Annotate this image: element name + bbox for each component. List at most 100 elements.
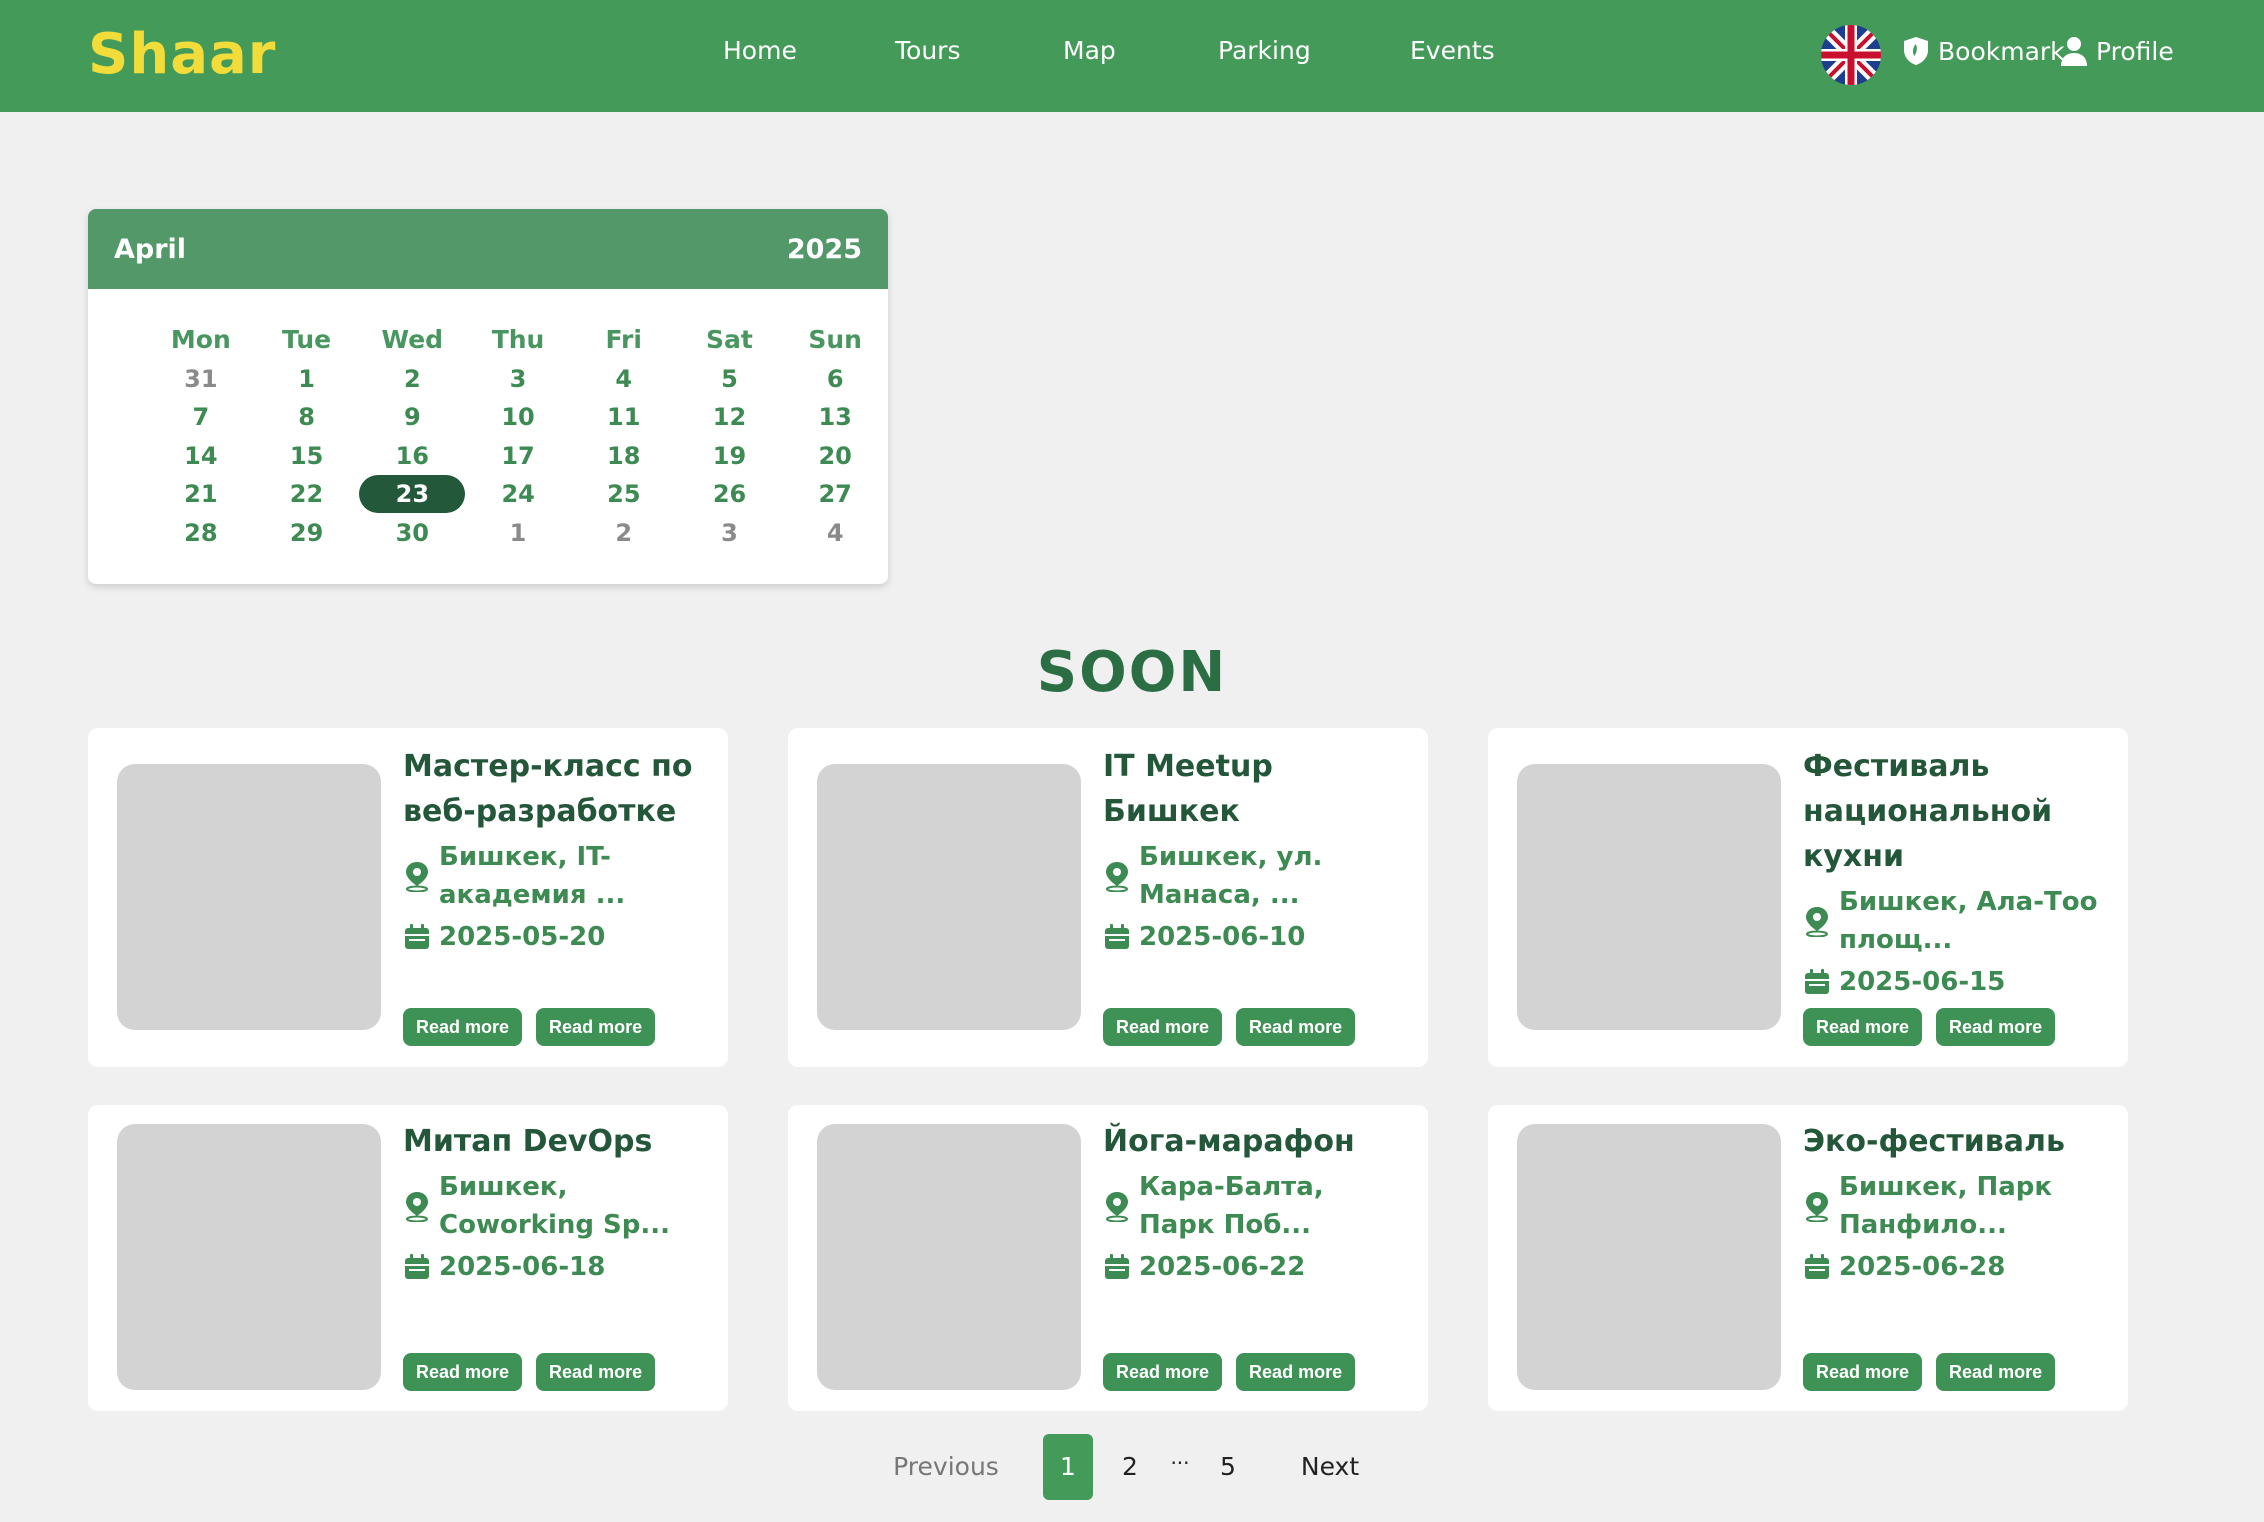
calendar-day[interactable]: 20 xyxy=(782,437,888,476)
calendar-day[interactable]: 25 xyxy=(571,475,677,514)
event-location: Бишкек, IT-академия ... xyxy=(403,838,708,914)
calendar-day[interactable]: 4 xyxy=(782,514,888,553)
next-page-button[interactable]: Next xyxy=(1290,1434,1370,1500)
event-card[interactable]: Эко-фестиваль Бишкек, Парк Панфило... 20… xyxy=(1488,1105,2128,1411)
calendar-day[interactable]: 2 xyxy=(359,360,465,399)
event-card[interactable]: Мастер-класс по веб-разработке Бишкек, I… xyxy=(88,728,728,1067)
page-button[interactable]: 2 xyxy=(1110,1434,1150,1500)
event-card[interactable]: IT Meetup Бишкек Бишкек, ул. Манаса, ...… xyxy=(788,728,1428,1067)
calendar-day[interactable]: 2 xyxy=(571,514,677,553)
calendar-day[interactable]: 1 xyxy=(254,360,360,399)
event-title[interactable]: IT Meetup Бишкек xyxy=(1103,744,1408,834)
calendar-day[interactable]: 31 xyxy=(148,360,254,399)
calendar-day[interactable]: 16 xyxy=(359,437,465,476)
section-title: SOON xyxy=(1036,640,1228,705)
calendar-day[interactable]: 18 xyxy=(571,437,677,476)
calendar-day[interactable]: 30 xyxy=(359,514,465,553)
calendar-day-selected[interactable]: 23 xyxy=(359,475,466,514)
nav-events[interactable]: Events xyxy=(1410,36,1495,65)
weekday-label: Sat xyxy=(706,325,753,354)
event-card[interactable]: Йога-марафон Кара-Балта, Парк Поб... 202… xyxy=(788,1105,1428,1411)
calendar-day[interactable]: 22 xyxy=(254,475,360,514)
calendar-day[interactable]: 12 xyxy=(677,398,783,437)
event-location-text: Бишкек, ул. Манаса, ... xyxy=(1139,842,1323,910)
calendar-day[interactable]: 15 xyxy=(254,437,360,476)
event-title[interactable]: Йога-марафон xyxy=(1103,1119,1408,1164)
previous-page-button[interactable]: Previous xyxy=(886,1434,1006,1500)
nav-map[interactable]: Map xyxy=(1063,36,1116,65)
read-more-button[interactable]: Read more xyxy=(1103,1008,1223,1046)
calendar-day[interactable]: 8 xyxy=(254,398,360,437)
calendar-day[interactable]: 3 xyxy=(677,514,783,553)
calendar-week: 31 1 2 3 4 5 6 xyxy=(88,360,888,399)
nav-tours[interactable]: Tours xyxy=(895,36,960,65)
event-title[interactable]: Фестиваль национальной кухни xyxy=(1803,744,2108,879)
weekday-row: Mon Tue Wed Thu Fri Sat Sun xyxy=(88,321,888,360)
calendar-day[interactable]: 10 xyxy=(465,398,571,437)
calendar-day[interactable]: 7 xyxy=(148,398,254,437)
calendar-day[interactable]: 29 xyxy=(254,514,360,553)
profile-link[interactable]: Profile xyxy=(2060,36,2174,66)
calendar-day[interactable]: 5 xyxy=(677,360,783,399)
calendar-week: 14 15 16 17 18 19 20 xyxy=(88,437,888,476)
calendar-day[interactable]: 13 xyxy=(782,398,888,437)
read-more-button[interactable]: Read more xyxy=(1803,1008,1923,1046)
calendar-day[interactable]: 19 xyxy=(677,437,783,476)
read-more-button[interactable]: Read more xyxy=(1103,1353,1223,1391)
calendar-day[interactable]: 24 xyxy=(465,475,571,514)
event-date: 2025-05-20 xyxy=(403,918,708,956)
calendar-day[interactable]: 17 xyxy=(465,437,571,476)
event-card[interactable]: Фестиваль национальной кухни Бишкек, Ала… xyxy=(1488,728,2128,1067)
calendar-day[interactable]: 4 xyxy=(571,360,677,399)
weekday-label: Mon xyxy=(170,325,231,354)
calendar-day[interactable]: 1 xyxy=(465,514,571,553)
map-pin-icon xyxy=(406,862,428,892)
event-card[interactable]: Митап DevOps Бишкек, Coworking Sp... 202… xyxy=(88,1105,728,1411)
calendar-month[interactable]: April xyxy=(114,234,186,265)
page-button-current[interactable]: 1 xyxy=(1043,1434,1093,1500)
calendar-week: 28 29 30 1 2 3 4 xyxy=(88,514,888,553)
calendar-icon xyxy=(1805,1254,1829,1279)
event-date-text: 2025-05-20 xyxy=(439,922,606,952)
calendar-day[interactable]: 3 xyxy=(465,360,571,399)
read-more-button[interactable]: Read more xyxy=(536,1008,656,1046)
calendar-day[interactable]: 11 xyxy=(571,398,677,437)
event-location-text: Бишкек, Ала-Тоо площ... xyxy=(1839,887,2098,955)
calendar-year[interactable]: 2025 xyxy=(787,234,862,265)
read-more-button[interactable]: Read more xyxy=(1936,1353,2056,1391)
calendar-day[interactable]: 9 xyxy=(359,398,465,437)
event-title[interactable]: Мастер-класс по веб-разработке xyxy=(403,744,708,834)
bookmark-link[interactable]: Bookmark xyxy=(1902,36,2065,66)
uk-flag-icon[interactable] xyxy=(1821,25,1881,85)
map-pin-icon xyxy=(1806,1192,1828,1222)
event-actions: Read more Read more xyxy=(1803,1353,2056,1391)
event-date-text: 2025-06-28 xyxy=(1839,1252,2006,1282)
calendar-day[interactable]: 26 xyxy=(677,475,783,514)
calendar-day[interactable]: 28 xyxy=(148,514,254,553)
read-more-button[interactable]: Read more xyxy=(1936,1008,2056,1046)
calendar-day[interactable]: 14 xyxy=(148,437,254,476)
selected-day-label: 23 xyxy=(359,475,466,514)
weekday-label: Wed xyxy=(381,325,444,354)
calendar-icon xyxy=(1805,969,1829,994)
nav-parking[interactable]: Parking xyxy=(1218,36,1311,65)
read-more-button[interactable]: Read more xyxy=(1236,1353,1356,1391)
event-title[interactable]: Митап DevOps xyxy=(403,1119,708,1164)
calendar-day[interactable]: 27 xyxy=(782,475,888,514)
read-more-button[interactable]: Read more xyxy=(403,1008,523,1046)
page-button[interactable]: 5 xyxy=(1208,1434,1248,1500)
pagination: Previous 1 2 ... 5 Next xyxy=(0,1434,2264,1500)
event-actions: Read more Read more xyxy=(1103,1008,1356,1046)
event-info: Йога-марафон Кара-Балта, Парк Поб... 202… xyxy=(1103,1119,1408,1286)
event-location: Бишкек, Парк Панфило... xyxy=(1803,1168,2108,1244)
read-more-button[interactable]: Read more xyxy=(1236,1008,1356,1046)
nav-home[interactable]: Home xyxy=(723,36,797,65)
read-more-button[interactable]: Read more xyxy=(403,1353,523,1391)
calendar-day[interactable]: 21 xyxy=(148,475,254,514)
read-more-button[interactable]: Read more xyxy=(1803,1353,1923,1391)
event-title[interactable]: Эко-фестиваль xyxy=(1803,1119,2108,1164)
read-more-button[interactable]: Read more xyxy=(536,1353,656,1391)
event-image-placeholder xyxy=(817,1124,1081,1390)
calendar-day[interactable]: 6 xyxy=(782,360,888,399)
map-pin-icon xyxy=(1106,1192,1128,1222)
